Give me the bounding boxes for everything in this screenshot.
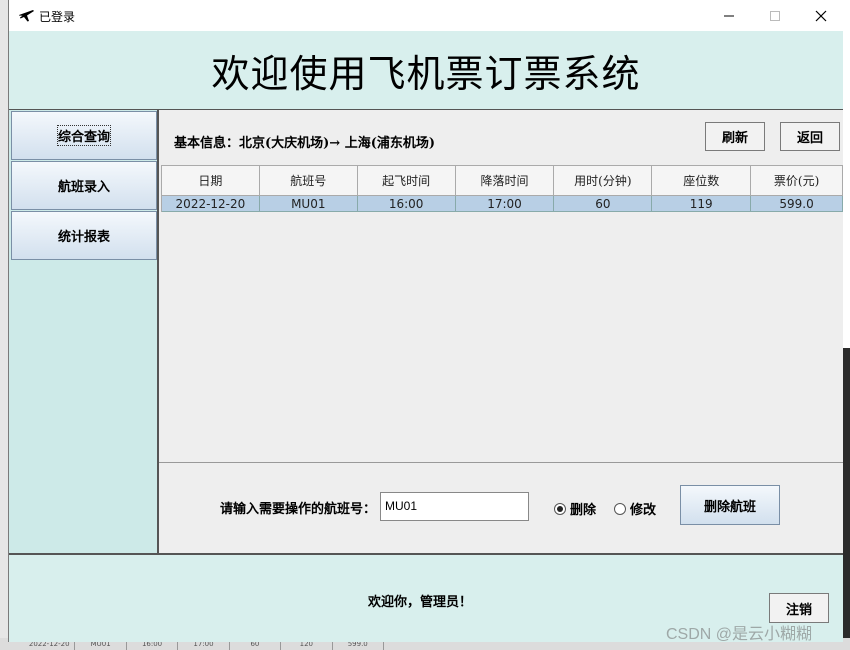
airplane-icon xyxy=(17,6,35,24)
maximize-button[interactable] xyxy=(752,0,798,31)
delete-flight-button[interactable]: 删除航班 xyxy=(680,485,780,525)
main-panel: 基本信息：北京(大庆机场)→ 上海(浦东机场) 刷新 返回 日期 航班号 起飞时… xyxy=(159,109,844,462)
route-info: 基本信息：北京(大庆机场)→ 上海(浦东机场) xyxy=(174,136,436,151)
column-header-price[interactable]: 票价(元) xyxy=(751,165,844,196)
sidebar-item-query[interactable]: 综合查询 xyxy=(11,111,157,160)
app-window: 已登录 欢迎使用飞机票订票系统 综合查询 航班录入 统计报表 基本信息：北京(大… xyxy=(8,0,844,642)
table-cell[interactable]: 16:00 xyxy=(357,196,456,212)
back-button[interactable]: 返回 xyxy=(780,122,840,151)
sidebar-item-reports[interactable]: 统计报表 xyxy=(11,211,157,260)
sidebar-item-label: 统计报表 xyxy=(57,230,110,245)
table-cell[interactable]: 2022-12-20 xyxy=(162,196,260,212)
radio-delete-label: 删除 xyxy=(570,503,597,518)
flight-number-input[interactable]: MU01 xyxy=(380,492,529,521)
title-bar[interactable]: 已登录 xyxy=(9,0,843,31)
refresh-button[interactable]: 刷新 xyxy=(705,122,765,151)
page-title: 欢迎使用飞机票订票系统 xyxy=(211,51,641,96)
table-cell[interactable]: 119 xyxy=(652,196,752,212)
radio-modify-label: 修改 xyxy=(630,503,657,518)
banner: 欢迎使用飞机票订票系统 xyxy=(9,31,843,109)
operation-panel: 请输入需要操作的航班号： MU01 删除 修改 删除航班 xyxy=(159,462,843,553)
background-dark-region xyxy=(842,348,850,650)
table-cell[interactable]: 17:00 xyxy=(455,196,555,212)
table-cell[interactable]: 599.0 xyxy=(751,196,844,212)
background-window-strip xyxy=(0,0,8,650)
welcome-message: 欢迎你，管理员！ xyxy=(368,595,473,610)
window-content: 欢迎使用飞机票订票系统 综合查询 航班录入 统计报表 基本信息：北京(大庆机场)… xyxy=(9,31,844,642)
column-header-arrival[interactable]: 降落时间 xyxy=(455,165,555,196)
close-button[interactable] xyxy=(798,0,844,31)
table-header: 日期 航班号 起飞时间 降落时间 用时(分钟) 座位数 票价(元) xyxy=(162,165,844,196)
flight-table: 日期 航班号 起飞时间 降落时间 用时(分钟) 座位数 票价(元) 2022-1… xyxy=(161,165,844,212)
column-header-departure[interactable]: 起飞时间 xyxy=(357,165,456,196)
radio-modify[interactable]: 修改 xyxy=(614,499,656,518)
table-cell[interactable]: 60 xyxy=(554,196,653,212)
logout-button[interactable]: 注销 xyxy=(769,593,829,623)
minimize-button[interactable] xyxy=(706,0,752,31)
column-header-seats[interactable]: 座位数 xyxy=(652,165,752,196)
sidebar-item-label: 航班录入 xyxy=(57,180,110,195)
table-row[interactable]: 2022-12-20 MU01 16:00 17:00 60 119 599.0 xyxy=(162,196,844,212)
watermark: CSDN @是云小糊糊 xyxy=(666,626,813,643)
sidebar: 综合查询 航班录入 统计报表 xyxy=(9,109,159,553)
radio-delete[interactable]: 删除 xyxy=(554,499,596,518)
column-header-date[interactable]: 日期 xyxy=(162,165,260,196)
flight-number-label: 请输入需要操作的航班号： xyxy=(220,502,377,517)
column-header-flight-no[interactable]: 航班号 xyxy=(259,165,358,196)
sidebar-item-flight-entry[interactable]: 航班录入 xyxy=(11,161,157,210)
window-title: 已登录 xyxy=(39,10,76,24)
radio-unselected-icon xyxy=(614,502,626,515)
column-header-duration[interactable]: 用时(分钟) xyxy=(554,165,653,196)
table-cell[interactable]: MU01 xyxy=(259,196,358,212)
sidebar-item-label: 综合查询 xyxy=(56,125,112,146)
radio-selected-icon xyxy=(554,502,566,515)
